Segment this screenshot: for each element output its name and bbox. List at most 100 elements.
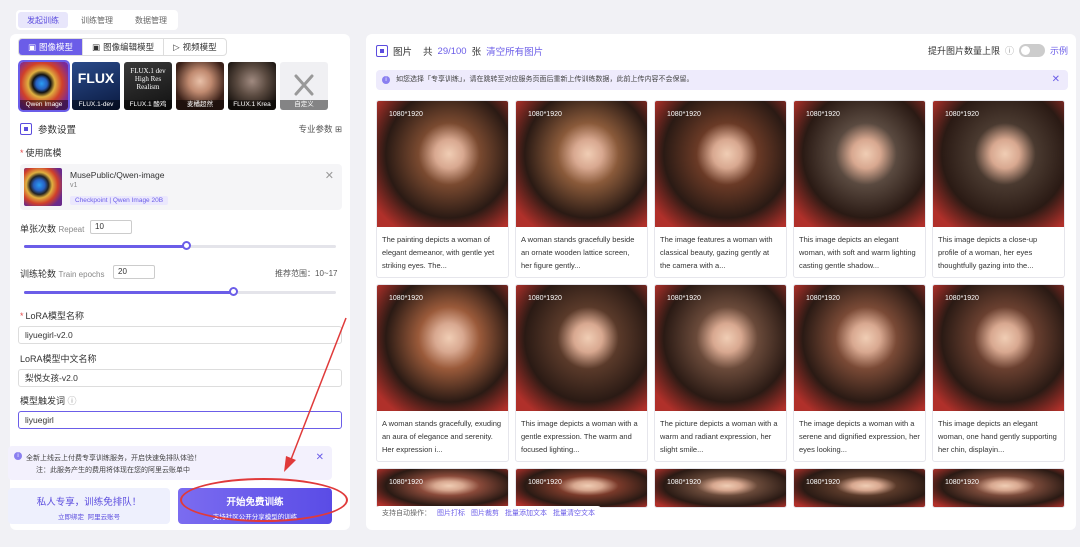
- private-training-button[interactable]: 私人专享，训练免排队！ 立即绑定 阿里云账号: [8, 488, 170, 524]
- image-resolution: 1080*1920: [389, 295, 423, 302]
- flux-logo-text: FLUX: [77, 70, 115, 86]
- images-title: 图片: [393, 47, 413, 58]
- repeat-slider-knob[interactable]: [182, 241, 192, 250]
- mode-tab-image[interactable]: ▣ 图像模型: [19, 39, 84, 55]
- lora-cn-input[interactable]: 梨悦女孩-v2.0: [18, 369, 342, 387]
- base-model-card[interactable]: MusePublic/Qwen-image v1 Checkpoint | Qw…: [20, 164, 342, 210]
- grid-icon: ⊞: [334, 124, 342, 134]
- op-batch-clear-text[interactable]: 批量清空文本: [553, 508, 595, 518]
- image-resolution: 1080*1920: [667, 479, 701, 486]
- count-prefix: 共: [423, 47, 433, 58]
- auto-ops-bar: 支持自动操作： 图片打标 图片裁剪 批量添加文本 批量清空文本: [376, 506, 601, 520]
- image-card[interactable]: 1080*1920: [654, 468, 787, 508]
- mode-tab-image-edit[interactable]: ▣ 图像编辑模型: [83, 39, 165, 55]
- images-header: 图片 共 29/100 张 清空所有图片: [376, 44, 543, 58]
- repeat-slider-fill: [24, 245, 187, 248]
- trigger-input[interactable]: liyuegirl: [18, 411, 342, 429]
- image-card[interactable]: 1080*1920 The painting depicts a woman of…: [376, 100, 509, 278]
- image-card[interactable]: 1080*1920 The image features a woman with…: [654, 100, 787, 278]
- tab-data-management[interactable]: 数据管理: [126, 12, 176, 28]
- image-card[interactable]: 1080*1920: [932, 468, 1065, 508]
- training-image: 1080*1920: [655, 285, 786, 411]
- epoch-input[interactable]: 20: [113, 265, 155, 279]
- image-card[interactable]: 1080*1920 This image depicts an elegant w…: [932, 284, 1065, 462]
- close-icon[interactable]: ✕: [316, 452, 324, 463]
- settings-icon: [20, 123, 32, 135]
- image-caption[interactable]: The picture depicts a woman with a warm …: [655, 411, 786, 461]
- image-resolution: 1080*1920: [389, 479, 423, 486]
- notice-line-1: 全新上线云上付费专享训练服务，开启快速免排队体验！: [26, 455, 201, 462]
- op-batch-add-text[interactable]: 批量添加文本: [505, 508, 547, 518]
- close-icon[interactable]: ✕: [325, 169, 334, 182]
- trigger-label: 模型触发词 ⓘ: [20, 394, 77, 407]
- annotation-oval: [180, 478, 348, 522]
- image-resolution: 1080*1920: [806, 111, 840, 118]
- mode-tab-video[interactable]: ▷ 视频模型: [164, 39, 226, 55]
- top-nav: 发起训练 训练管理 数据管理: [16, 10, 178, 30]
- image-card[interactable]: 1080*1920: [515, 468, 648, 508]
- lora-cn-label: LoRA模型中文名称: [20, 354, 97, 364]
- aliyun-account-text: 阿里云账号: [87, 514, 121, 521]
- image-resolution: 1080*1920: [667, 111, 701, 118]
- image-card[interactable]: 1080*1920: [793, 468, 926, 508]
- image-resolution: 1080*1920: [528, 111, 562, 118]
- model-custom[interactable]: 自定义: [280, 62, 328, 110]
- image-card[interactable]: 1080*1920: [376, 468, 509, 508]
- model-qwen-image[interactable]: Qwen Image: [18, 60, 70, 112]
- lora-name-input[interactable]: liyuegirl-v2.0: [18, 326, 342, 344]
- epoch-slider[interactable]: [24, 287, 336, 296]
- model-list: Qwen Image FLUX FLUX.1-dev FLUX.1 dev Hi…: [18, 60, 328, 112]
- image-card[interactable]: 1080*1920 The picture depicts a woman wit…: [654, 284, 787, 462]
- image-card[interactable]: 1080*1920 This image depicts an elegant w…: [793, 100, 926, 278]
- training-image: 1080*1920: [377, 101, 508, 227]
- training-image: 1080*1920: [516, 101, 647, 227]
- repeat-slider[interactable]: [24, 241, 336, 250]
- base-model-thumb: [24, 168, 62, 206]
- close-icon[interactable]: ✕: [1052, 70, 1060, 90]
- help-icon[interactable]: ⓘ: [1005, 44, 1014, 57]
- image-card[interactable]: 1080*1920 This image depicts a woman with…: [515, 284, 648, 462]
- upload-note: i 如您选择「专享训练」，请在跳转至对应服务页面后重新上传训练数据，此前上传内容…: [376, 70, 1068, 90]
- image-card[interactable]: 1080*1920 The image depicts a woman with …: [793, 284, 926, 462]
- image-caption[interactable]: This image depicts an elegant woman, wit…: [794, 227, 925, 277]
- tab-training-management[interactable]: 训练管理: [72, 12, 122, 28]
- example-link[interactable]: 示例: [1050, 44, 1068, 57]
- image-caption[interactable]: This image depicts a close-up profile of…: [933, 227, 1064, 277]
- pro-params-label: 专业参数: [298, 124, 333, 134]
- image-caption[interactable]: The image features a woman with classica…: [655, 227, 786, 277]
- op-tagging[interactable]: 图片打标: [437, 508, 465, 518]
- image-caption[interactable]: The painting depicts a woman of elegant …: [377, 227, 508, 277]
- clear-all-images-link[interactable]: 清空所有图片: [486, 44, 543, 58]
- mode-tab-label: 图像模型: [39, 42, 74, 52]
- repeat-input[interactable]: 10: [90, 220, 132, 234]
- base-model-label-text: 使用底模: [25, 148, 62, 158]
- model-flux-krea[interactable]: FLUX.1 Krea: [228, 62, 276, 110]
- bind-now-link[interactable]: 立即绑定: [58, 514, 84, 521]
- upgrade-limit-label: 提升图片数量上限: [927, 46, 1000, 56]
- tools-icon: [294, 74, 314, 96]
- image-caption[interactable]: The image depicts a woman with a serene …: [794, 411, 925, 461]
- repeat-label-text: 单张次数: [20, 224, 57, 234]
- auto-ops-label: 支持自动操作：: [382, 510, 431, 517]
- image-caption[interactable]: This image depicts a woman with a gentle…: [516, 411, 647, 461]
- tab-start-training[interactable]: 发起训练: [18, 12, 68, 28]
- mode-tabs: ▣ 图像模型 ▣ 图像编辑模型 ▷ 视频模型: [18, 38, 227, 56]
- image-caption[interactable]: This image depicts an elegant woman, one…: [933, 411, 1064, 461]
- pro-params-toggle[interactable]: 专业参数 ⊞: [298, 123, 342, 135]
- model-majicflus[interactable]: 麦橘超然: [176, 62, 224, 110]
- trigger-label-text: 模型触发词: [20, 396, 66, 406]
- image-card[interactable]: 1080*1920 A woman stands gracefully, exud…: [376, 284, 509, 462]
- epoch-slider-knob[interactable]: [229, 287, 239, 296]
- images-header-right: 提升图片数量上限 ⓘ 示例: [928, 44, 1068, 57]
- image-card[interactable]: 1080*1920 A woman stands gracefully besid…: [515, 100, 648, 278]
- mode-tab-label: 图像编辑模型: [103, 42, 155, 52]
- image-caption[interactable]: A woman stands gracefully beside an orna…: [516, 227, 647, 277]
- model-flux-realism[interactable]: FLUX.1 dev High Res Realism FLUX.1 酸鸡: [124, 62, 172, 110]
- training-image: 1080*1920: [655, 101, 786, 227]
- help-icon[interactable]: ⓘ: [68, 396, 77, 406]
- model-flux-dev[interactable]: FLUX FLUX.1-dev: [72, 62, 120, 110]
- image-caption[interactable]: A woman stands gracefully, exuding an au…: [377, 411, 508, 461]
- upgrade-limit-toggle[interactable]: [1018, 44, 1045, 57]
- image-card[interactable]: 1080*1920 This image depicts a close-up p…: [932, 100, 1065, 278]
- op-crop[interactable]: 图片裁剪: [471, 508, 499, 518]
